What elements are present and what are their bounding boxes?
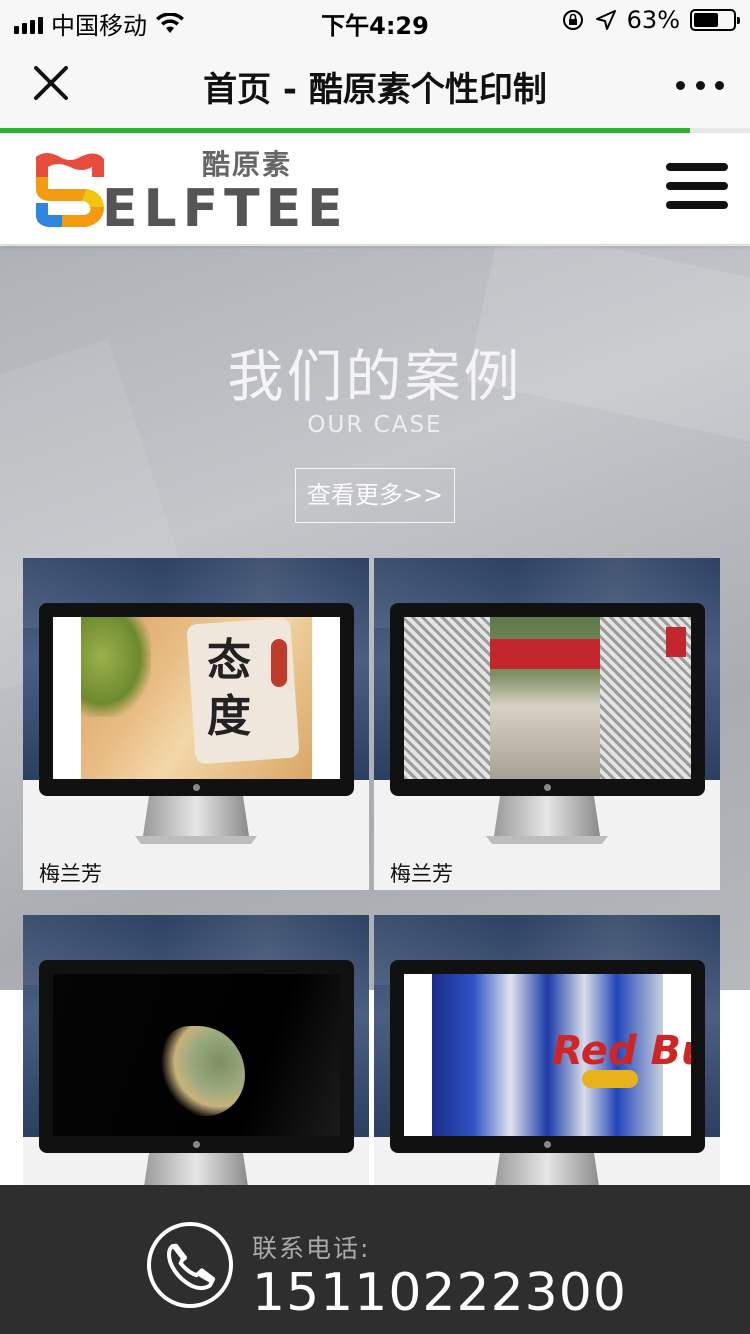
status-bar: 中国移动 下午4:29 63% [0, 0, 750, 40]
monitor-stand [486, 796, 608, 844]
contact-label: 联系电话: [252, 1234, 371, 1263]
battery-level [694, 13, 718, 27]
view-more-button[interactable]: 查看更多>> [295, 468, 455, 523]
case-card[interactable]: 梅兰芳 [374, 558, 720, 890]
monitor-stand [135, 796, 257, 844]
contact-phone-number[interactable]: 15110222300 [252, 1263, 627, 1323]
case-card-label: 梅兰芳 [390, 862, 453, 886]
battery-percent: 63% [626, 6, 680, 34]
monitor-frame: 态度 [39, 603, 354, 796]
logo-chinese-text: 酷原素 [202, 148, 293, 181]
case-thumbnail: Red Bull [404, 974, 691, 1136]
hamburger-menu-icon[interactable] [666, 163, 728, 209]
rotation-lock-icon [562, 10, 583, 30]
thumbnail-text: Red Bull [552, 1028, 691, 1074]
case-section-subtitle: OUR CASE [307, 412, 443, 438]
apple-logo-icon [193, 1141, 200, 1148]
battery-icon [690, 9, 740, 31]
site-logo[interactable]: 酷原素 ELFTEE [26, 141, 343, 239]
case-thumbnail [53, 974, 340, 1136]
page-title: 首页 - 酷原素个性印制 [203, 70, 547, 110]
location-icon [595, 10, 616, 30]
case-card-label: 梅兰芳 [39, 862, 102, 886]
case-thumbnail [404, 617, 691, 779]
monitor-frame [390, 603, 705, 796]
more-options-icon[interactable] [676, 70, 724, 100]
apple-logo-icon [193, 784, 200, 791]
monitor-frame [39, 960, 354, 1153]
site-header: 酷原素 ELFTEE [0, 133, 750, 245]
contact-bar[interactable]: 联系电话: 15110222300 [0, 1185, 750, 1334]
case-thumbnail: 态度 [53, 617, 340, 779]
monitor-frame: Red Bull [390, 960, 705, 1153]
phone-icon [147, 1222, 233, 1308]
close-icon[interactable] [30, 62, 72, 104]
case-card[interactable]: 态度 梅兰芳 [23, 558, 369, 890]
apple-logo-icon [544, 784, 551, 791]
nav-bar: 首页 - 酷原素个性印制 [0, 40, 750, 128]
status-right: 63% [561, 6, 740, 34]
case-section: 我们的案例 OUR CASE 查看更多>> 态度 梅兰芳 梅兰芳 [0, 246, 750, 990]
apple-logo-icon [544, 1141, 551, 1148]
thumbnail-text: 态度 [207, 635, 251, 742]
case-section-title: 我们的案例 [227, 345, 523, 410]
logo-english-text: ELFTEE [102, 179, 349, 239]
